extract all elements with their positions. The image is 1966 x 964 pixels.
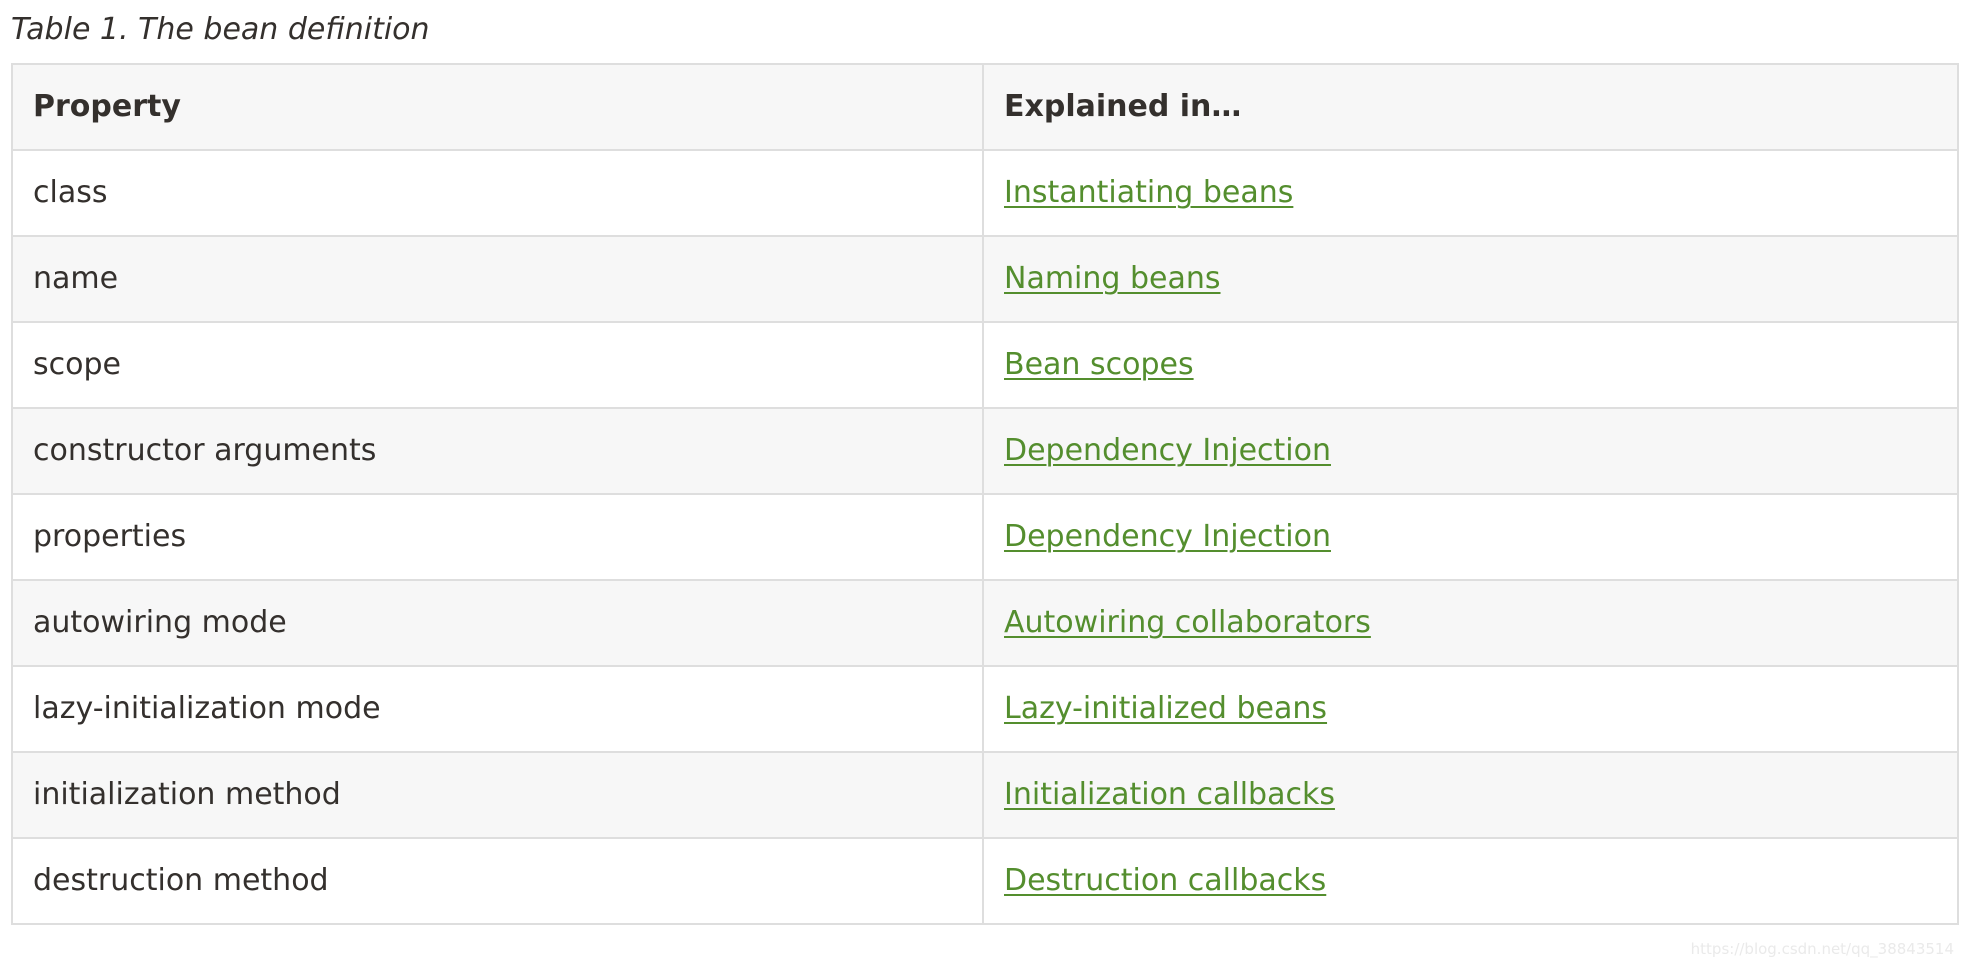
property-cell: name	[11, 235, 984, 323]
property-cell: lazy-initialization mode	[11, 665, 984, 753]
table-header-row: Property Explained in…	[11, 63, 1959, 151]
doc-link[interactable]: Instantiating beans	[1004, 175, 1293, 210]
table-row: scope Bean scopes	[11, 321, 1959, 409]
link-cell: Dependency Injection	[982, 407, 1959, 495]
doc-link[interactable]: Naming beans	[1004, 261, 1221, 296]
table-row: name Naming beans	[11, 235, 1959, 323]
doc-link[interactable]: Destruction callbacks	[1004, 863, 1326, 898]
property-cell: destruction method	[11, 837, 984, 925]
table-row: autowiring mode Autowiring collaborators	[11, 579, 1959, 667]
doc-link[interactable]: Bean scopes	[1004, 347, 1194, 382]
link-cell: Bean scopes	[982, 321, 1959, 409]
doc-link[interactable]: Lazy-initialized beans	[1004, 691, 1327, 726]
link-cell: Dependency Injection	[982, 493, 1959, 581]
table-row: initialization method Initialization cal…	[11, 751, 1959, 839]
table-caption: Table 1. The bean definition	[11, 12, 430, 47]
property-cell: class	[11, 149, 984, 237]
watermark: https://blog.csdn.net/qq_38843514	[1690, 940, 1954, 958]
link-cell: Initialization callbacks	[982, 751, 1959, 839]
table-row: class Instantiating beans	[11, 149, 1959, 237]
property-cell: initialization method	[11, 751, 984, 839]
property-cell: properties	[11, 493, 984, 581]
doc-link[interactable]: Initialization callbacks	[1004, 777, 1335, 812]
property-cell: autowiring mode	[11, 579, 984, 667]
link-cell: Naming beans	[982, 235, 1959, 323]
property-cell: constructor arguments	[11, 407, 984, 495]
doc-link[interactable]: Dependency Injection	[1004, 519, 1331, 554]
link-cell: Lazy-initialized beans	[982, 665, 1959, 753]
link-cell: Instantiating beans	[982, 149, 1959, 237]
doc-link[interactable]: Autowiring collaborators	[1004, 605, 1371, 640]
column-header-explained-in: Explained in…	[982, 63, 1959, 151]
table-row: destruction method Destruction callbacks	[11, 837, 1959, 925]
table-row: properties Dependency Injection	[11, 493, 1959, 581]
property-cell: scope	[11, 321, 984, 409]
table-row: constructor arguments Dependency Injecti…	[11, 407, 1959, 495]
doc-link[interactable]: Dependency Injection	[1004, 433, 1331, 468]
column-header-property: Property	[11, 63, 984, 151]
link-cell: Autowiring collaborators	[982, 579, 1959, 667]
table-row: lazy-initialization mode Lazy-initialize…	[11, 665, 1959, 753]
bean-definition-table: Property Explained in… class Instantiati…	[11, 63, 1959, 925]
link-cell: Destruction callbacks	[982, 837, 1959, 925]
